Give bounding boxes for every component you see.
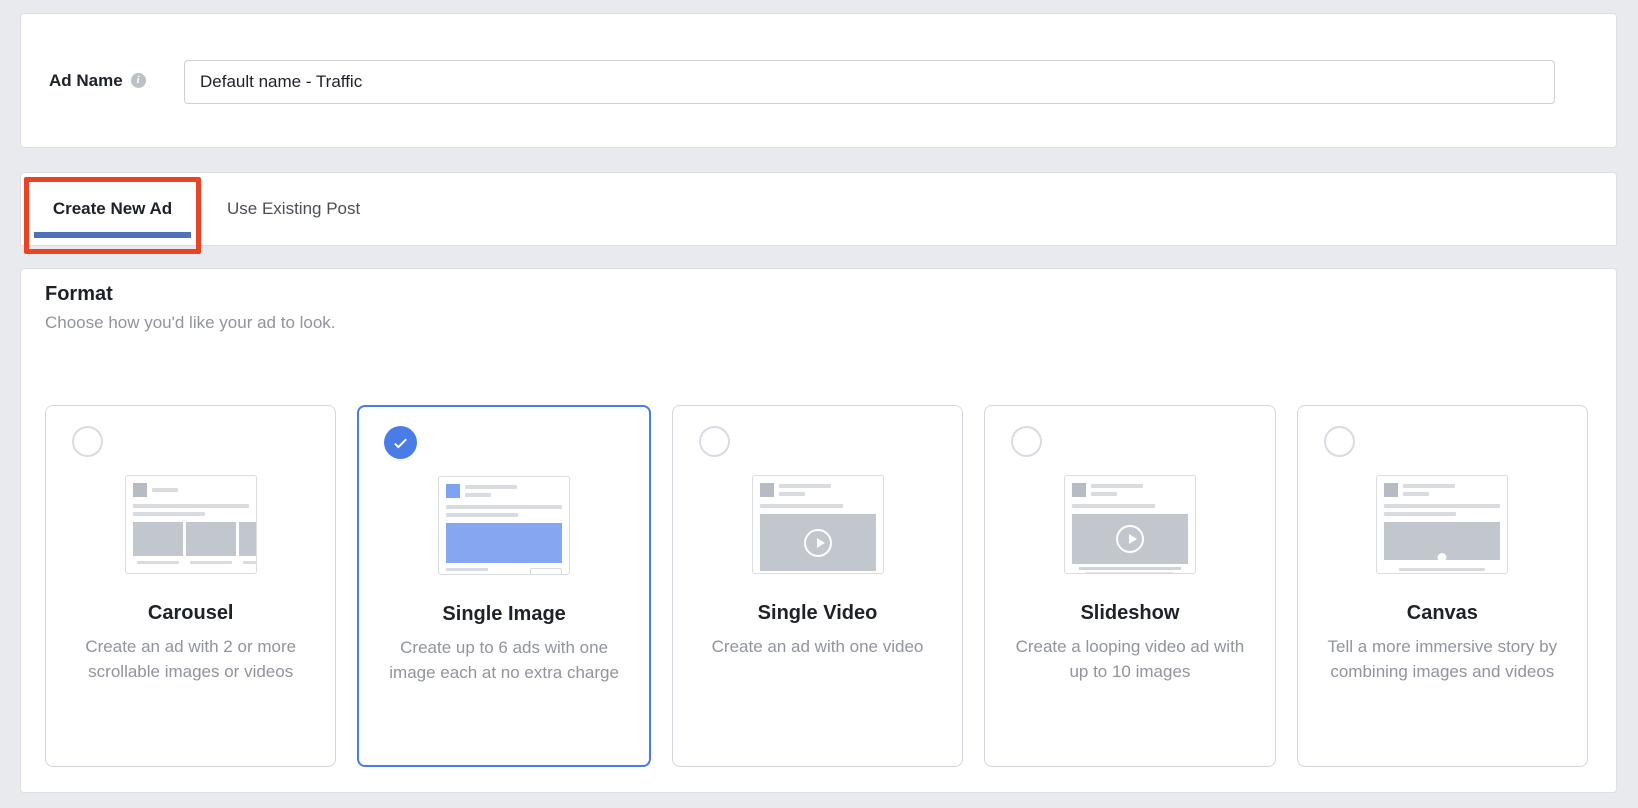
mock-post-header — [760, 483, 876, 497]
mock-avatar — [133, 483, 147, 497]
mock-avatar — [1072, 483, 1086, 497]
mock-avatar — [1384, 483, 1398, 497]
mock-post-header — [446, 484, 562, 498]
play-icon — [1116, 525, 1144, 553]
mock-post-header — [133, 483, 249, 497]
tabs-row: Create New Ad Use Existing Post — [34, 173, 370, 245]
single-video-description: Create an ad with one video — [699, 634, 937, 659]
tab-use-existing-post-label: Use Existing Post — [227, 199, 360, 219]
ads-manager-ad-setup-page: { "colors": { "page_background": "#e9eae… — [0, 0, 1638, 808]
tab-create-new-ad-label: Create New Ad — [53, 199, 172, 219]
ad-name-panel: Ad Name i — [20, 13, 1617, 148]
canvas-radio-button[interactable] — [1324, 426, 1355, 457]
mock-cta-button — [530, 568, 562, 575]
single-image-title: Single Image — [359, 603, 648, 626]
canvas-illustration — [1376, 475, 1508, 574]
carousel-radio-button[interactable] — [72, 426, 103, 457]
format-option-single-image[interactable]: Single Image Create up to 6 ads with one… — [357, 405, 650, 767]
ad-source-tabs-panel: Create New Ad Use Existing Post — [20, 172, 1617, 246]
carousel-description: Create an ad with 2 or more scrollable i… — [72, 634, 310, 684]
mock-avatar — [446, 484, 460, 498]
canvas-title: Canvas — [1298, 602, 1587, 625]
slideshow-title: Slideshow — [985, 602, 1274, 625]
format-option-carousel[interactable]: Carousel Create an ad with 2 or more scr… — [45, 405, 336, 767]
ad-name-label: Ad Name — [49, 71, 123, 91]
single-image-selected-check-icon[interactable] — [384, 426, 417, 459]
tab-use-existing-post[interactable]: Use Existing Post — [217, 173, 370, 245]
format-subheading: Choose how you'd like your ad to look. — [45, 313, 336, 333]
single-image-illustration — [438, 476, 570, 575]
slideshow-stack-layer — [1079, 567, 1181, 570]
slideshow-illustration — [1064, 475, 1196, 574]
mock-video-media — [760, 514, 876, 571]
mock-canvas-media — [1384, 522, 1500, 560]
single-image-description: Create up to 6 ads with one image each a… — [385, 635, 623, 685]
mock-post-header — [1384, 483, 1500, 497]
slideshow-stack-layer — [1086, 572, 1174, 574]
ad-name-input[interactable] — [184, 60, 1555, 104]
ad-name-row: Ad Name i — [49, 14, 146, 147]
mock-image-media — [446, 523, 562, 563]
slideshow-radio-button[interactable] — [1011, 426, 1042, 457]
format-heading: Format — [45, 283, 113, 306]
mock-carousel-media — [133, 522, 249, 568]
single-video-illustration — [752, 475, 884, 574]
canvas-expand-dot — [1438, 553, 1447, 562]
mock-slideshow-media — [1072, 514, 1188, 564]
tab-create-new-ad[interactable]: Create New Ad — [34, 173, 191, 245]
carousel-title: Carousel — [46, 602, 335, 625]
slideshow-description: Create a looping video ad with up to 10 … — [1011, 634, 1249, 684]
mock-post-header — [1072, 483, 1188, 497]
canvas-description: Tell a more immersive story by combining… — [1323, 634, 1561, 684]
format-option-slideshow[interactable]: Slideshow Create a looping video ad with… — [984, 405, 1275, 767]
single-video-radio-button[interactable] — [699, 426, 730, 457]
carousel-illustration — [125, 475, 257, 574]
play-icon — [804, 529, 832, 557]
format-options-row: Carousel Create an ad with 2 or more scr… — [45, 405, 1588, 767]
format-option-single-video[interactable]: Single Video Create an ad with one video — [672, 405, 963, 767]
format-panel: Format Choose how you'd like your ad to … — [20, 268, 1617, 793]
active-tab-underline — [34, 232, 191, 238]
mock-avatar — [760, 483, 774, 497]
info-icon[interactable]: i — [131, 73, 146, 88]
format-option-canvas[interactable]: Canvas Tell a more immersive story by co… — [1297, 405, 1588, 767]
single-video-title: Single Video — [673, 602, 962, 625]
